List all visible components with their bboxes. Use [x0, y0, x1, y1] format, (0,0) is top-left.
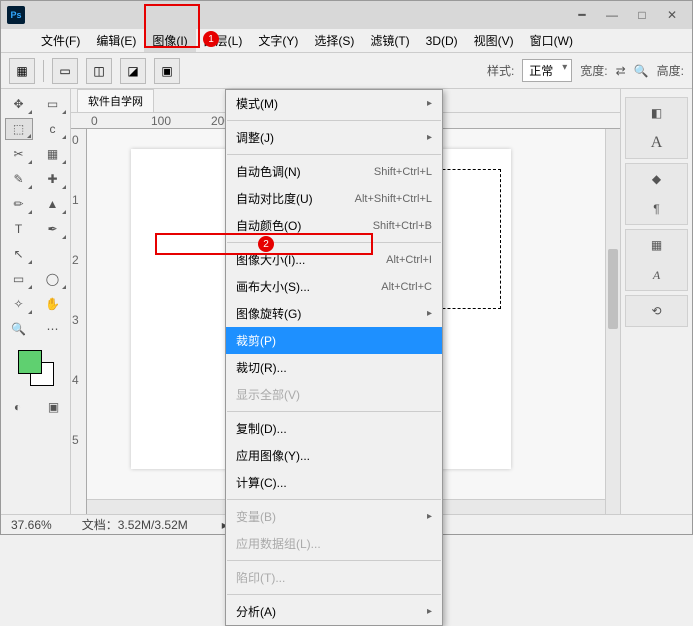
win-min-inner[interactable]: ━	[568, 5, 596, 25]
marquee-intersect-icon[interactable]: ▣	[154, 58, 180, 84]
more-tool[interactable]: ⋯	[39, 318, 67, 340]
menu-item-19: 变量(B)	[226, 503, 442, 530]
glyph-panel-icon[interactable]: A	[646, 264, 668, 286]
artboard-tool[interactable]: ▭	[39, 93, 67, 115]
zoom-tool[interactable]: 🔍	[5, 318, 33, 340]
para-panel-icon[interactable]: ¶	[646, 198, 668, 220]
ruler-v: 012345	[71, 129, 87, 514]
type-tool[interactable]: T	[5, 218, 33, 240]
menu-4[interactable]: 文字(Y)	[250, 29, 306, 52]
menu-item-11[interactable]: 裁剪(P)	[226, 327, 442, 354]
menu-item-0[interactable]: 模式(M)	[226, 90, 442, 117]
color-panel-icon[interactable]: ◆	[646, 168, 668, 190]
menu-7[interactable]: 3D(D)	[418, 31, 466, 51]
annotation-badge-1: 1	[203, 31, 219, 47]
optionbar: ▦ ▭ ◫ ◪ ▣ 样式: 正常 宽度: ⇄ 🔍 高度:	[1, 53, 692, 89]
history-panel-icon[interactable]: ⟲	[646, 300, 668, 322]
ps-logo: Ps	[7, 6, 25, 24]
shape-tool[interactable]: ▭	[5, 268, 33, 290]
menu-item-12[interactable]: 裁切(R)...	[226, 354, 442, 381]
blank1	[39, 243, 67, 265]
swatches-icon[interactable]: ▦	[646, 234, 668, 256]
path-tool[interactable]: ↖	[5, 243, 33, 265]
heal-tool[interactable]: ✚	[39, 168, 67, 190]
width-label: 宽度:	[580, 62, 607, 79]
titlebar: Ps ━ — □ ✕	[1, 1, 692, 29]
clone-tool[interactable]: ▲	[39, 193, 67, 215]
maximize-button[interactable]: □	[628, 5, 656, 25]
menu-item-4[interactable]: 自动色调(N)Shift+Ctrl+L	[226, 158, 442, 185]
search-icon[interactable]: 🔍	[634, 64, 649, 78]
canvas-area: 软件自学网 0100200300400500 012345 自学网 JZXW.C…	[71, 89, 620, 514]
menu-6[interactable]: 滤镜(T)	[362, 29, 417, 52]
menu-item-6[interactable]: 自动颜色(O)Shift+Ctrl+B	[226, 212, 442, 239]
quickmask-tool[interactable]: ◐	[4, 396, 32, 418]
menubar: 文件(F)编辑(E)图像(I)图层(L)文字(Y)选择(S)滤镜(T)3D(D)…	[1, 29, 692, 53]
menu-item-16[interactable]: 应用图像(Y)...	[226, 442, 442, 469]
menu-item-9[interactable]: 画布大小(S)...Alt+Ctrl+C	[226, 273, 442, 300]
pen-tool[interactable]: ✒	[39, 218, 67, 240]
marquee-sub-icon[interactable]: ◪	[120, 58, 146, 84]
style-select[interactable]: 正常	[522, 59, 572, 82]
doc-info: 文档：3.52M/3.52M	[82, 516, 188, 533]
lasso-tool[interactable]: ϲ	[39, 118, 67, 140]
height-label: 高度:	[657, 62, 684, 79]
move-tool[interactable]: ✥	[5, 93, 33, 115]
menu-item-20: 应用数据组(L)...	[226, 530, 442, 557]
menu-item-10[interactable]: 图像旋转(G)	[226, 300, 442, 327]
brush-tool[interactable]: ✏	[5, 193, 33, 215]
menu-item-15[interactable]: 复制(D)...	[226, 415, 442, 442]
annotation-badge-2: 2	[258, 236, 274, 252]
document-tab[interactable]: 软件自学网	[77, 89, 154, 112]
panel-icon-1[interactable]: ◧	[646, 102, 668, 124]
menu-item-24[interactable]: 分析(A)	[226, 598, 442, 625]
menu-item-17[interactable]: 计算(C)...	[226, 469, 442, 496]
wand-tool[interactable]: ✧	[5, 293, 33, 315]
menu-9[interactable]: 窗口(W)	[522, 29, 581, 52]
close-button[interactable]: ✕	[658, 5, 686, 25]
menu-8[interactable]: 视图(V)	[466, 29, 522, 52]
eyedropper-tool[interactable]: ✎	[5, 168, 33, 190]
menu-item-8[interactable]: 图像大小(I)...Alt+Ctrl+I	[226, 246, 442, 273]
marquee-add-icon[interactable]: ◫	[86, 58, 112, 84]
menu-1[interactable]: 编辑(E)	[88, 29, 144, 52]
ellipse-tool[interactable]: ◯	[39, 268, 67, 290]
scrollbar-v[interactable]	[605, 129, 620, 514]
crop-tool[interactable]: ✂	[5, 143, 33, 165]
color-swatch[interactable]	[18, 350, 54, 386]
image-menu-dropdown: 模式(M) 调整(J) 自动色调(N)Shift+Ctrl+L自动对比度(U)Alt…	[225, 89, 443, 626]
menu-item-13: 显示全部(V)	[226, 381, 442, 408]
swap-icon[interactable]: ⇄	[616, 64, 626, 78]
menu-5[interactable]: 选择(S)	[306, 29, 362, 52]
marquee-rect-icon[interactable]: ▭	[52, 58, 78, 84]
menu-item-5[interactable]: 自动对比度(U)Alt+Shift+Ctrl+L	[226, 185, 442, 212]
tool-preset-icon[interactable]: ▦	[9, 58, 35, 84]
menu-0[interactable]: 文件(F)	[33, 29, 88, 52]
char-panel-icon[interactable]: A	[646, 132, 668, 154]
screenmode-tool[interactable]: ▣	[40, 396, 68, 418]
zoom-level[interactable]: 37.66%	[11, 518, 52, 532]
marquee-tool[interactable]: ⬚	[5, 118, 33, 140]
menu-item-22: 陷印(T)...	[226, 564, 442, 591]
hand-tool[interactable]: ✋	[39, 293, 67, 315]
tools-panel: ✥ ▭ ⬚ ϲ ✂ ▦ ✎ ✚ ✏ ▲ T ✒ ↖ ▭ ◯ ✧ ✋ 🔍 ⋯ ◐	[1, 89, 71, 514]
right-dock: ◧ A ◆ ¶ ▦ A ⟲	[620, 89, 692, 514]
frame-tool[interactable]: ▦	[39, 143, 67, 165]
menu-2[interactable]: 图像(I)	[144, 29, 195, 52]
fg-color[interactable]	[18, 350, 42, 374]
minimize-button[interactable]: —	[598, 5, 626, 25]
style-label: 样式:	[487, 62, 514, 79]
menu-item-2[interactable]: 调整(J)	[226, 124, 442, 151]
